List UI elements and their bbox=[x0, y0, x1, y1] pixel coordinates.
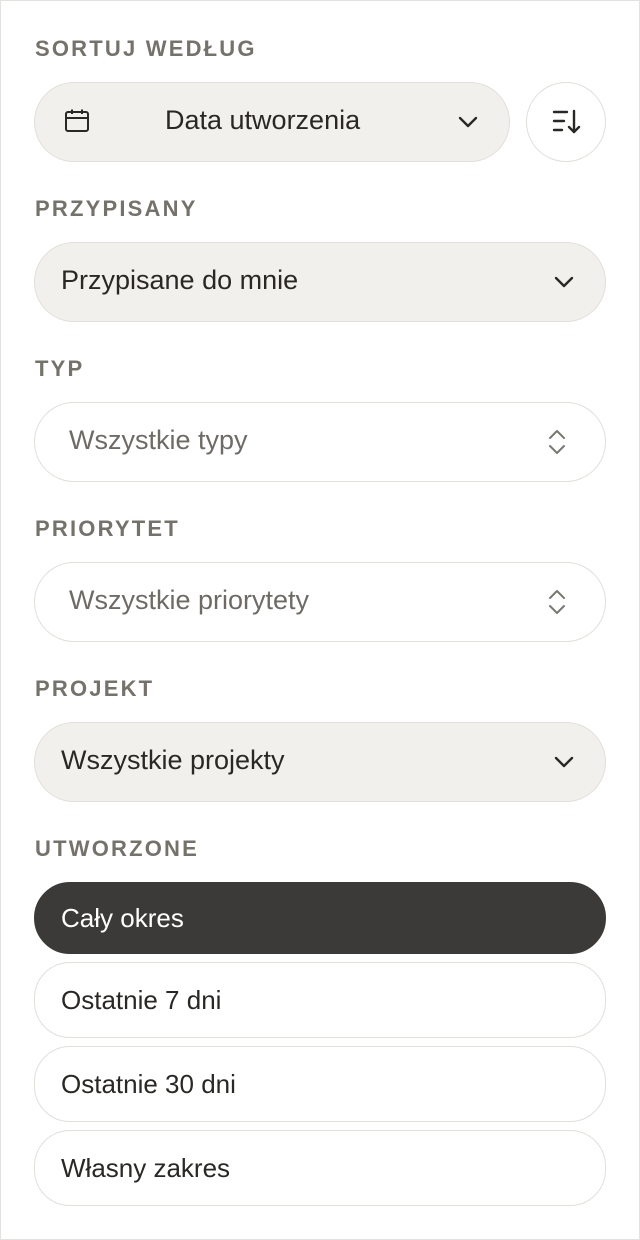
chevron-down-icon bbox=[455, 109, 481, 135]
calendar-icon bbox=[63, 107, 91, 135]
created-option-all-time[interactable]: Cały okres bbox=[34, 882, 606, 954]
option-label: Ostatnie 30 dni bbox=[61, 1068, 236, 1099]
created-option-custom-range[interactable]: Własny zakres bbox=[34, 1130, 606, 1206]
priority-select[interactable]: Wszystkie priorytety bbox=[34, 562, 606, 642]
project-value: Wszystkie projekty bbox=[61, 745, 285, 775]
created-label: UTWORZONE bbox=[35, 836, 200, 861]
type-placeholder: Wszystkie typy bbox=[69, 425, 248, 455]
option-label: Własny zakres bbox=[61, 1152, 231, 1183]
type-label: TYP bbox=[35, 356, 85, 381]
type-select[interactable]: Wszystkie typy bbox=[34, 402, 606, 482]
sort-value: Data utworzenia bbox=[165, 105, 361, 135]
sort-select[interactable]: Data utworzenia bbox=[34, 82, 510, 162]
chevron-up-down-icon bbox=[545, 587, 569, 617]
created-option-last-7-days[interactable]: Ostatnie 7 dni bbox=[34, 962, 606, 1038]
assigned-select[interactable]: Przypisane do mnie bbox=[34, 242, 606, 322]
chevron-up-down-icon bbox=[545, 427, 569, 457]
project-label: PROJEKT bbox=[35, 676, 155, 701]
sort-descending-icon bbox=[551, 108, 581, 136]
assigned-value: Przypisane do mnie bbox=[61, 265, 299, 295]
project-select[interactable]: Wszystkie projekty bbox=[34, 722, 606, 802]
priority-label: PRIORYTET bbox=[35, 516, 180, 541]
created-option-last-30-days[interactable]: Ostatnie 30 dni bbox=[34, 1046, 606, 1122]
option-label: Cały okres bbox=[61, 902, 184, 933]
sort-direction-button[interactable] bbox=[526, 82, 606, 162]
sort-label: SORTUJ WEDŁUG bbox=[35, 36, 257, 61]
chevron-down-icon bbox=[551, 749, 577, 775]
option-label: Ostatnie 7 dni bbox=[61, 984, 222, 1015]
assigned-label: PRZYPISANY bbox=[35, 196, 198, 221]
priority-placeholder: Wszystkie priorytety bbox=[69, 585, 310, 615]
chevron-down-icon bbox=[551, 269, 577, 295]
